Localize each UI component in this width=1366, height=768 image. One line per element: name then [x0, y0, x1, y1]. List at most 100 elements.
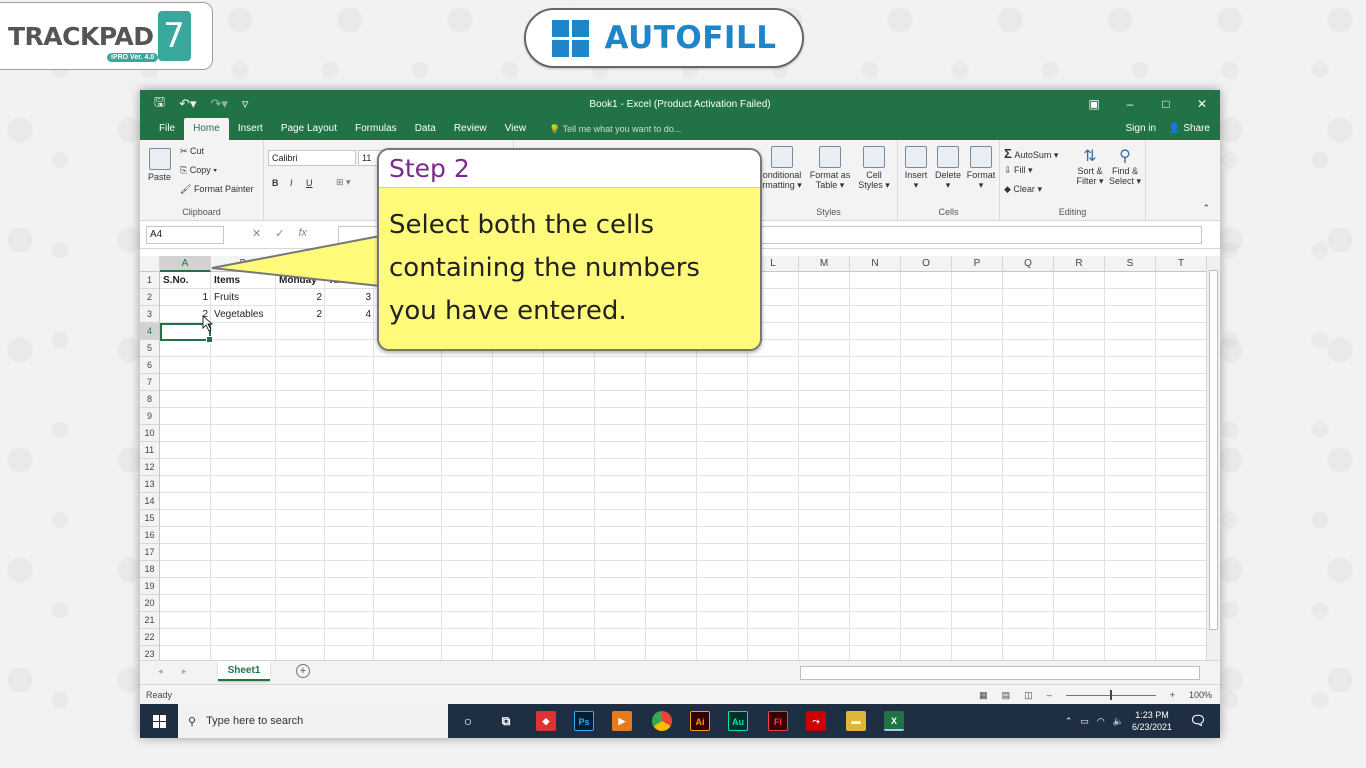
collapse-ribbon-icon[interactable]: ⌃ [1202, 203, 1210, 214]
notifications-icon[interactable]: 🗨 [1188, 711, 1208, 731]
row-header-15[interactable]: 15 [140, 510, 160, 527]
column-header-m[interactable]: M [799, 256, 850, 272]
row-header-22[interactable]: 22 [140, 629, 160, 646]
row-header-9[interactable]: 9 [140, 408, 160, 425]
start-button[interactable] [140, 704, 178, 738]
cell-c3[interactable]: 2 [276, 306, 325, 323]
row-header-3[interactable]: 3 [140, 306, 160, 323]
row-header-10[interactable]: 10 [140, 425, 160, 442]
cell-a3[interactable]: 2 [160, 306, 211, 323]
clear-button[interactable]: ◆ Clear ▾ [1004, 184, 1042, 195]
network-icon[interactable]: ◠ [1097, 716, 1105, 727]
tell-me-search[interactable]: 💡 Tell me what you want to do... [535, 118, 681, 140]
row-header-5[interactable]: 5 [140, 340, 160, 357]
page-layout-view-icon[interactable]: ▤ [1002, 685, 1011, 705]
column-header-a[interactable]: A [160, 256, 211, 272]
copy-button[interactable]: ⎘ Copy ▾ [180, 165, 217, 176]
format-cells-button[interactable]: Format ▾ [964, 146, 998, 191]
row-header-18[interactable]: 18 [140, 561, 160, 578]
volume-icon[interactable]: 🔈 [1113, 716, 1124, 727]
select-all-corner[interactable] [140, 256, 160, 272]
row-header-4[interactable]: 4 [140, 323, 160, 340]
cell-d2[interactable]: 3 [325, 289, 374, 306]
tab-home[interactable]: Home [184, 118, 229, 140]
tray-expand-icon[interactable]: ⌃ [1065, 716, 1073, 727]
tab-formulas[interactable]: Formulas [346, 118, 406, 140]
undo-icon[interactable]: ↶▾ [179, 96, 196, 112]
minimize-button[interactable]: – [1112, 90, 1148, 118]
tab-page-layout[interactable]: Page Layout [272, 118, 346, 140]
cell-c2[interactable]: 2 [276, 289, 325, 306]
row-header-14[interactable]: 14 [140, 493, 160, 510]
zoom-level[interactable]: 100% [1189, 685, 1212, 705]
column-header-c[interactable]: C [276, 256, 325, 272]
row-header-6[interactable]: 6 [140, 357, 160, 374]
close-button[interactable]: ✕ [1184, 90, 1220, 118]
cell-b2[interactable]: Fruits [211, 289, 276, 306]
paste-button[interactable]: Paste [148, 148, 171, 182]
column-header-t[interactable]: T [1156, 256, 1207, 272]
illustrator-icon[interactable]: Ai [690, 711, 710, 731]
row-header-11[interactable]: 11 [140, 442, 160, 459]
zoom-in-icon[interactable]: + [1170, 685, 1175, 705]
sign-in-link[interactable]: Sign in [1126, 118, 1157, 140]
excel-taskbar-icon[interactable]: X [884, 711, 904, 731]
ribbon-display-icon[interactable]: ▣ [1076, 90, 1112, 118]
customize-qat-icon[interactable]: ▿ [242, 96, 249, 112]
photoshop-icon[interactable]: Ps [574, 711, 594, 731]
redo-icon[interactable]: ↷▾ [211, 96, 228, 112]
save-icon[interactable]: 🖫 [154, 93, 165, 115]
cell-b1[interactable]: Items [211, 272, 276, 289]
animate-icon[interactable]: Fl [768, 711, 788, 731]
column-header-n[interactable]: N [850, 256, 901, 272]
enter-formula-icon[interactable]: ✓ [275, 227, 284, 240]
acrobat-icon[interactable]: ⤳ [806, 711, 826, 731]
page-break-view-icon[interactable]: ◫ [1024, 685, 1033, 705]
cut-button[interactable]: ✂ Cut [180, 146, 204, 157]
row-header-17[interactable]: 17 [140, 544, 160, 561]
row-header-1[interactable]: 1 [140, 272, 160, 289]
column-header-q[interactable]: Q [1003, 256, 1054, 272]
cell-d1[interactable]: Tuesday [325, 272, 374, 289]
underline-button[interactable]: U [306, 178, 313, 188]
cell-a2[interactable]: 1 [160, 289, 211, 306]
sheet-nav-prev-icon[interactable]: ◂ [158, 666, 163, 677]
delete-cells-button[interactable]: Delete ▾ [932, 146, 964, 191]
column-header-r[interactable]: R [1054, 256, 1105, 272]
cell-d3[interactable]: 4 [325, 306, 374, 323]
cell-b3[interactable]: Vegetables [211, 306, 276, 323]
row-header-2[interactable]: 2 [140, 289, 160, 306]
cell-styles-button[interactable]: Cell Styles ▾ [854, 146, 894, 191]
tab-data[interactable]: Data [406, 118, 445, 140]
active-cell-a4[interactable] [160, 323, 213, 343]
row-header-23[interactable]: 23 [140, 646, 160, 660]
file-explorer-icon[interactable]: ▬ [846, 711, 866, 731]
battery-icon[interactable]: ▭ [1080, 716, 1089, 727]
taskbar-search[interactable]: ⚲ Type here to search [178, 704, 448, 738]
bold-button[interactable]: B [272, 178, 279, 188]
autosum-button[interactable]: Σ AutoSum ▾ [1004, 146, 1058, 161]
name-box[interactable]: A4 [146, 226, 224, 244]
column-header-p[interactable]: P [952, 256, 1003, 272]
row-header-21[interactable]: 21 [140, 612, 160, 629]
vertical-scroll-thumb[interactable] [1209, 270, 1218, 630]
borders-icon[interactable]: ⊞ ▾ [336, 177, 351, 188]
insert-function-icon[interactable]: fx [298, 227, 307, 240]
column-header-s[interactable]: S [1105, 256, 1156, 272]
zoom-out-icon[interactable]: – [1047, 685, 1052, 705]
task-view-icon[interactable]: ⧉ [496, 711, 516, 731]
maximize-button[interactable]: □ [1148, 90, 1184, 118]
column-header-d[interactable]: D [325, 256, 374, 272]
normal-view-icon[interactable]: ▦ [979, 685, 988, 705]
conditional-formatting-button[interactable]: onditional rmatting ▾ [760, 146, 804, 191]
media-player-icon[interactable]: ▶ [612, 711, 632, 731]
sheet-tab-sheet1[interactable]: Sheet1 [218, 661, 270, 681]
cancel-formula-icon[interactable]: ✕ [252, 227, 261, 240]
audition-icon[interactable]: Au [728, 711, 748, 731]
insert-cells-button[interactable]: Insert ▾ [900, 146, 932, 191]
tab-review[interactable]: Review [445, 118, 496, 140]
taskbar-clock[interactable]: 1:23 PM 6/23/2021 [1132, 709, 1172, 733]
row-header-8[interactable]: 8 [140, 391, 160, 408]
row-header-19[interactable]: 19 [140, 578, 160, 595]
zoom-slider[interactable] [1065, 689, 1156, 700]
